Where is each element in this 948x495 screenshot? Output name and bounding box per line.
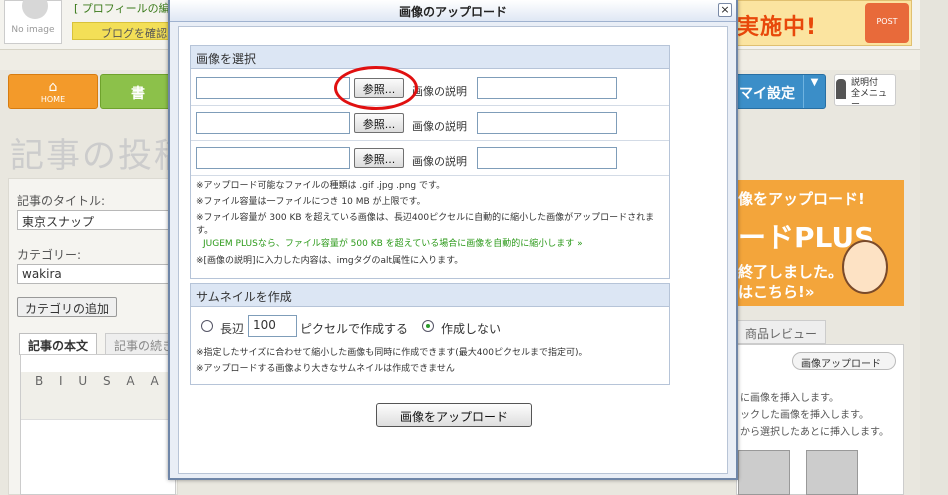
browse-button-3[interactable]: 参照...	[354, 148, 404, 168]
description-input-1[interactable]	[477, 77, 617, 99]
description-input-3[interactable]	[477, 147, 617, 169]
chevron-down-icon[interactable]: ▼	[803, 75, 825, 108]
description-label: 画像の説明	[412, 120, 467, 133]
thumbnail-note-size: ※アップロードする画像より大きなサムネイルは作成できません	[196, 364, 455, 374]
blog-confirm-button[interactable]: ブログを確認	[72, 22, 182, 40]
ad-line-3: 終了しました。 はこちら!»	[738, 263, 844, 301]
description-label: 画像の説明	[412, 155, 467, 168]
page-title: 記事の投稿	[10, 136, 190, 176]
campaign-text: 実施中!	[737, 15, 818, 40]
jugem-plus-link[interactable]: JUGEM PLUSなら、ファイル容量が 500 KB を超えている場合に画像を…	[203, 238, 663, 251]
browse-button-2[interactable]: 参照...	[354, 113, 404, 133]
close-icon[interactable]: ×	[718, 3, 732, 17]
title-label: 記事のタイトル:	[17, 194, 106, 208]
note-alt-attribute: ※[画像の説明]に入力した内容は、imgタグのalt属性に入ります。	[196, 256, 464, 266]
editor-toolbar[interactable]: B I U S A A	[21, 372, 175, 420]
long-side-radio[interactable]	[201, 320, 213, 332]
nav-home-label: HOME	[40, 95, 66, 104]
no-thumbnail-radio[interactable]	[422, 320, 434, 332]
dialog-title: 画像のアップロード	[170, 0, 736, 22]
pixel-create-label: ピクセルで作成する	[300, 322, 409, 336]
mailbox-icon: POST	[865, 3, 909, 43]
nav-my-settings-label: マイ設定	[739, 86, 795, 102]
thumbnail-note-max: ※指定したサイズに合わせて縮小した画像も同時に作成できます(最大400ピクセルま…	[196, 348, 588, 358]
help-menu-button[interactable]: 説明付 全メニュー	[834, 74, 896, 110]
ad-line-4: はこちら!»	[738, 283, 815, 301]
avatar-silhouette	[22, 0, 48, 19]
nav-my-settings-tab[interactable]: マイ設定 ▼	[728, 74, 826, 109]
thumbnail-size-input[interactable]: 100	[248, 315, 297, 337]
nav-write-tab[interactable]: 書	[100, 74, 172, 109]
title-input[interactable]: 東京スナップ	[17, 210, 176, 230]
ad-line-1: 像をアップロード!	[738, 190, 865, 208]
category-select[interactable]: wakira	[17, 264, 176, 284]
image-thumbnail[interactable]	[738, 450, 790, 495]
description-label: 画像の説明	[412, 85, 467, 98]
nav-home-tab[interactable]: ⌂ HOME	[8, 74, 98, 109]
image-thumbnail[interactable]	[806, 450, 858, 495]
mascot-icon	[842, 240, 888, 294]
page-scrollbar[interactable]	[920, 0, 948, 495]
help-label-2: 全メニュー	[851, 89, 888, 110]
row-divider	[191, 105, 669, 106]
panel-help-text-2: ックした画像を挿入します。	[740, 410, 869, 421]
long-side-label: 長辺	[220, 322, 245, 336]
select-section-header: 画像を選択	[190, 45, 670, 69]
no-thumbnail-label: 作成しない	[441, 322, 502, 336]
panel-help-text-3: から選択したあとに挿入します。	[740, 427, 889, 438]
campaign-banner[interactable]: 実施中! POST	[732, 0, 912, 46]
profile-edit-link[interactable]: [ プロフィールの編	[74, 0, 170, 16]
person-icon	[836, 79, 846, 99]
file-path-input-1[interactable]	[196, 77, 350, 99]
category-label: カテゴリー:	[17, 248, 82, 262]
image-upload-small-button[interactable]: 画像アップロード	[792, 352, 896, 370]
home-icon: ⌂	[48, 79, 58, 95]
tab-article-body[interactable]: 記事の本文	[19, 333, 97, 355]
tab-product-review[interactable]: 商品レビュー	[736, 320, 826, 344]
row-divider	[191, 175, 669, 176]
note-file-types: ※アップロード可能なファイルの種類は .gif .jpg .png です。	[196, 181, 446, 191]
highlight-circle	[334, 66, 418, 110]
file-path-input-3[interactable]	[196, 147, 350, 169]
thumbnail-section-header: サムネイルを作成	[190, 283, 670, 307]
note-size-limit: ※ファイル容量は一ファイルにつき 10 MB が上限です。	[196, 197, 426, 207]
tab-article-continue[interactable]: 記事の続き	[105, 333, 175, 355]
help-label-1: 説明付	[851, 78, 879, 88]
description-input-2[interactable]	[477, 112, 617, 134]
upload-image-button[interactable]: 画像をアップロード	[376, 403, 532, 427]
plus-ad-banner[interactable]: 像をアップロード! ードPLUS 終了しました。 はこちら!»	[736, 180, 904, 306]
avatar-placeholder-text: No image	[11, 25, 55, 35]
file-path-input-2[interactable]	[196, 112, 350, 134]
avatar: No image	[4, 0, 62, 44]
nav-write-label: 書	[131, 86, 145, 102]
note-auto-resize: ※ファイル容量が 300 KB を超えている画像は、長辺400ピクセルに自動的に…	[196, 213, 655, 236]
add-category-button[interactable]: カテゴリの追加	[17, 297, 117, 317]
panel-help-text-1: に画像を挿入します。	[740, 393, 839, 404]
row-divider	[191, 140, 669, 141]
